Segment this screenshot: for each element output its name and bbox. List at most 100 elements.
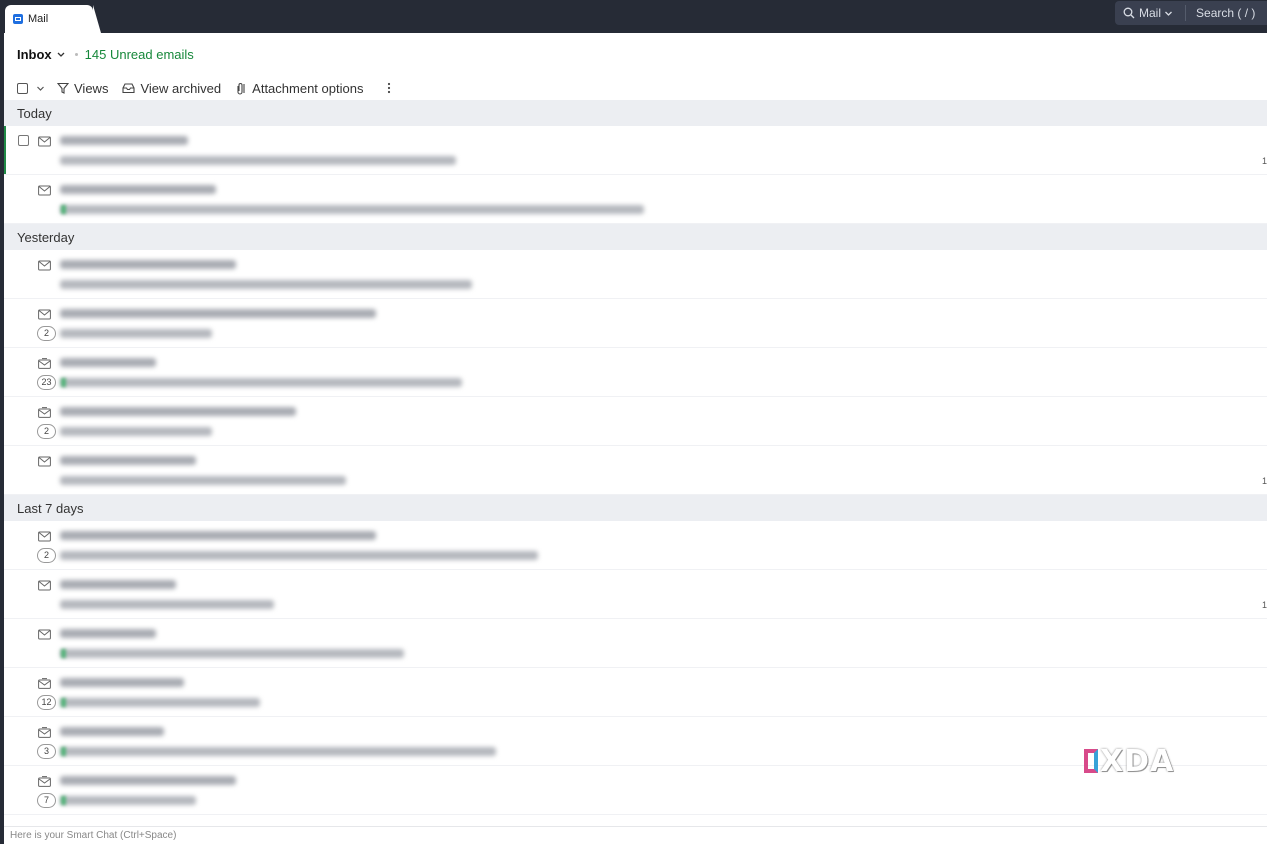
smart-chat-bar[interactable]: Here is your Smart Chat (Ctrl+Space) (4, 826, 1267, 844)
mail-row[interactable] (4, 250, 1267, 299)
sender-redacted (60, 678, 184, 687)
mail-row[interactable] (4, 619, 1267, 668)
attachment-options-label: Attachment options (252, 80, 364, 96)
mail-row[interactable]: 12 (4, 668, 1267, 717)
subject-redacted (60, 747, 496, 756)
chevron-down-icon (57, 52, 65, 57)
envelope-icon (38, 307, 51, 325)
mail-row[interactable]: 3 (4, 717, 1267, 766)
sender-redacted (60, 136, 188, 145)
truncated-date: 1 (1261, 476, 1267, 486)
thread-count-badge: 2 (37, 548, 56, 563)
truncated-date: 1 (1261, 156, 1267, 166)
group-header: Last 7 days (4, 495, 1267, 521)
label-tag (61, 747, 66, 756)
envelope-open-icon (38, 676, 51, 694)
folder-selector[interactable]: Inbox (17, 47, 66, 62)
search-scope-selector[interactable]: Mail (1115, 5, 1187, 21)
sender-redacted (60, 309, 376, 318)
mail-app-icon (13, 14, 23, 24)
mail-list: Today 1 Yesterday 2 23 2 1 Last 7 days 2 1 12 3 7 (4, 100, 1267, 815)
search-input[interactable]: Search ( / ) (1186, 6, 1255, 20)
mail-row[interactable]: 2 (4, 397, 1267, 446)
search-icon (1123, 7, 1135, 19)
subject-redacted (60, 796, 196, 805)
thread-count-badge: 2 (37, 326, 56, 341)
label-tag (61, 698, 66, 707)
subject-redacted (60, 378, 462, 387)
top-bar: Mail Mail Search ( / ) (0, 0, 1267, 33)
thread-count-badge: 7 (37, 793, 56, 808)
toolbar: Views View archived Attachment options (17, 78, 410, 98)
subject-redacted (60, 205, 644, 214)
mail-row[interactable]: 1 (4, 446, 1267, 495)
attachment-options-button[interactable]: Attachment options (235, 81, 363, 96)
search-bar[interactable]: Mail Search ( / ) (1115, 1, 1267, 25)
folder-header: Inbox 145 Unread emails (17, 44, 194, 64)
mail-row[interactable]: 23 (4, 348, 1267, 397)
sender-redacted (60, 260, 236, 269)
mail-row[interactable]: 2 (4, 299, 1267, 348)
subject-redacted (60, 280, 472, 289)
mail-row[interactable]: 2 (4, 521, 1267, 570)
subject-redacted (60, 551, 538, 560)
sender-redacted (60, 358, 156, 367)
group-header: Yesterday (4, 224, 1267, 250)
view-archived-button[interactable]: View archived (122, 81, 221, 96)
tab-mail[interactable]: Mail (5, 5, 101, 33)
thread-count-badge: 2 (37, 424, 56, 439)
chevron-down-icon[interactable] (36, 84, 45, 93)
subject-redacted (60, 156, 456, 165)
envelope-icon (38, 183, 51, 201)
unread-count[interactable]: 145 Unread emails (85, 47, 194, 62)
view-archived-label: View archived (140, 80, 222, 96)
mail-row[interactable]: 7 (4, 766, 1267, 815)
views-button[interactable]: Views (57, 81, 108, 96)
paperclip-icon (237, 82, 245, 95)
label-tag (61, 649, 66, 658)
subject-redacted (60, 600, 274, 609)
xda-watermark: XDA (1084, 743, 1204, 779)
xda-logo-mark (1084, 749, 1098, 773)
sender-redacted (60, 531, 376, 540)
thread-count-badge: 12 (37, 695, 56, 710)
thread-count-badge: 23 (37, 375, 56, 390)
more-vertical-icon (388, 82, 391, 94)
smart-chat-hint: Here is your Smart Chat (Ctrl+Space) (10, 830, 177, 841)
subject-redacted (60, 698, 260, 707)
mail-row[interactable] (4, 175, 1267, 224)
tab-label: Mail (28, 13, 49, 25)
subject-redacted (60, 649, 404, 658)
envelope-icon (38, 454, 51, 472)
search-scope-label: Mail (1139, 6, 1162, 20)
chevron-down-icon (1165, 11, 1172, 16)
envelope-open-icon (38, 356, 51, 374)
watermark-text: XDA (1100, 743, 1175, 779)
label-tag (61, 205, 66, 214)
select-all-checkbox[interactable] (17, 82, 28, 94)
truncated-date: 1 (1261, 600, 1267, 610)
envelope-open-icon (38, 774, 51, 792)
mail-row[interactable]: 1 (4, 126, 1267, 175)
envelope-open-icon (38, 405, 51, 423)
label-tag (61, 378, 66, 387)
group-header: Today (4, 100, 1267, 126)
sender-redacted (60, 776, 236, 785)
archive-icon (122, 83, 136, 94)
envelope-icon (38, 578, 51, 596)
envelope-open-icon (38, 725, 51, 743)
folder-name: Inbox (17, 46, 52, 62)
sender-redacted (60, 456, 196, 465)
subject-redacted (60, 427, 212, 436)
row-checkbox[interactable] (18, 135, 29, 146)
sender-redacted (60, 629, 156, 638)
envelope-icon (38, 134, 51, 152)
mail-row[interactable]: 1 (4, 570, 1267, 619)
subject-redacted (60, 329, 212, 338)
sender-redacted (60, 185, 216, 194)
more-options-button[interactable] (387, 82, 396, 94)
label-tag (61, 796, 66, 805)
separator-dot (74, 52, 78, 56)
sender-redacted (60, 727, 164, 736)
filter-icon (57, 82, 69, 94)
